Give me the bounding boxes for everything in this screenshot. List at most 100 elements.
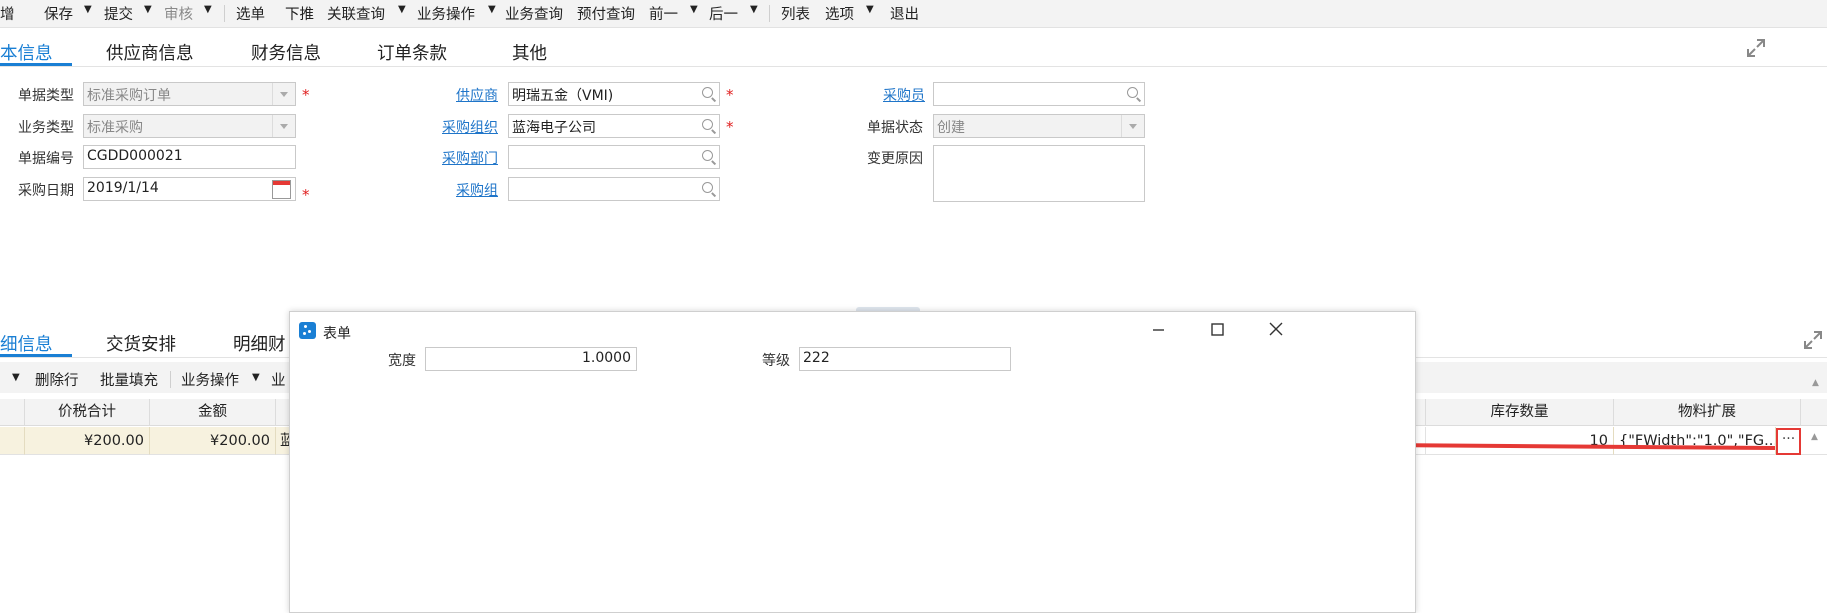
supplier-value: 明瑞五金（VMI) <box>512 88 614 104</box>
grid-header-tax-total[interactable]: 价税合计 <box>25 399 150 426</box>
next-dropdown-arrow-icon[interactable]: ▼ <box>750 4 758 15</box>
biz-type-value: 标准采购 <box>87 120 143 136</box>
purchase-org-input[interactable]: 蓝海电子公司 <box>508 114 720 138</box>
grid-cell-amount[interactable]: ¥200.00 <box>150 427 276 455</box>
tab-detail-finance[interactable]: 明细财 <box>233 331 286 356</box>
required-marker: * <box>302 86 310 104</box>
grid-scroll-up-icon[interactable]: ▲ <box>1811 432 1818 442</box>
grade-value: 222 <box>803 350 830 366</box>
toolbar-new-button[interactable]: 增 <box>0 3 15 24</box>
buyer-input[interactable] <box>933 82 1145 106</box>
minimize-icon[interactable] <box>1143 320 1173 340</box>
toolbar-separator <box>224 5 225 22</box>
tab-detail-info[interactable]: 细信息 <box>0 331 53 356</box>
detail-business-query-button[interactable]: 业 <box>271 369 286 390</box>
grid-header-cell <box>1801 399 1827 426</box>
supplier-link[interactable]: 供应商 <box>456 85 498 105</box>
detail-add-dropdown-arrow-icon[interactable]: ▼ <box>12 372 20 383</box>
prev-dropdown-arrow-icon[interactable]: ▼ <box>690 4 698 15</box>
batch-fill-button[interactable]: 批量填充 <box>100 369 158 390</box>
expand-icon[interactable] <box>1803 330 1823 350</box>
toolbar-separator <box>170 371 171 388</box>
toolbar-audit-button[interactable]: 审核 <box>164 3 193 24</box>
bill-no-label: 单据编号 <box>18 151 74 167</box>
tab-order-terms[interactable]: 订单条款 <box>377 40 447 65</box>
toolbar-push-down-button[interactable]: 下推 <box>285 3 314 24</box>
expand-icon[interactable] <box>1746 38 1766 58</box>
grid-header-material-ext[interactable]: 物料扩展 <box>1614 399 1801 426</box>
search-icon[interactable] <box>702 182 713 193</box>
close-icon[interactable] <box>1261 320 1291 340</box>
grade-label: 等级 <box>762 353 790 369</box>
form-dialog[interactable]: 表单 宽度 1.0000 等级 222 <box>289 311 1416 613</box>
change-reason-textarea[interactable] <box>933 145 1145 202</box>
purchase-date-label: 采购日期 <box>18 183 74 199</box>
chevron-down-icon[interactable] <box>272 115 295 137</box>
bill-type-label: 单据类型 <box>18 88 74 104</box>
supplier-input[interactable]: 明瑞五金（VMI) <box>508 82 720 106</box>
search-icon[interactable] <box>702 119 713 130</box>
maximize-icon[interactable] <box>1202 320 1232 340</box>
toolbar-list-button[interactable]: 列表 <box>781 3 810 24</box>
buyer-link[interactable]: 采购员 <box>883 85 925 105</box>
purchase-group-input[interactable] <box>508 177 720 201</box>
grid-cell <box>0 427 25 455</box>
search-icon[interactable] <box>702 87 713 98</box>
toolbar-submit-button[interactable]: 提交 <box>104 3 133 24</box>
related-query-dropdown-arrow-icon[interactable]: ▼ <box>398 4 406 15</box>
toolbar-related-query-button[interactable]: 关联查询 <box>327 3 385 24</box>
width-value: 1.0000 <box>582 350 631 366</box>
grade-input[interactable]: 222 <box>799 347 1011 371</box>
purchase-date-input[interactable]: 2019/1/14 <box>83 177 296 201</box>
bill-type-value: 标准采购订单 <box>87 88 171 104</box>
tab-delivery-schedule[interactable]: 交货安排 <box>106 331 176 356</box>
purchase-dept-link[interactable]: 采购部门 <box>442 148 498 168</box>
chevron-down-icon[interactable] <box>1121 115 1144 137</box>
detail-business-ops-dropdown-arrow-icon[interactable]: ▼ <box>252 372 260 383</box>
toolbar-save-button[interactable]: 保存 <box>44 3 73 24</box>
dialog-title: 表单 <box>323 326 351 342</box>
bill-status-select[interactable]: 创建 <box>933 114 1145 138</box>
calendar-icon[interactable] <box>272 180 291 199</box>
business-ops-dropdown-arrow-icon[interactable]: ▼ <box>488 4 496 15</box>
chevron-down-icon[interactable] <box>272 83 295 105</box>
grid-header-amount[interactable]: 金额 <box>150 399 276 426</box>
delete-row-button[interactable]: 删除行 <box>35 369 79 390</box>
tab-finance-info[interactable]: 财务信息 <box>251 40 321 65</box>
grid-cell-tax-total[interactable]: ¥200.00 <box>25 427 150 455</box>
tab-supplier-info[interactable]: 供应商信息 <box>106 40 194 65</box>
submit-dropdown-arrow-icon[interactable]: ▼ <box>144 4 152 15</box>
toolbar-options-button[interactable]: 选项 <box>825 3 854 24</box>
purchase-dept-input[interactable] <box>508 145 720 169</box>
save-dropdown-arrow-icon[interactable]: ▼ <box>84 4 92 15</box>
bill-no-input[interactable]: CGDD000021 <box>83 145 296 169</box>
biz-type-select[interactable]: 标准采购 <box>83 114 296 138</box>
toolbar-next-button[interactable]: 后一 <box>709 3 738 24</box>
width-input[interactable]: 1.0000 <box>425 347 637 371</box>
grid-header-stock-qty[interactable]: 库存数量 <box>1426 399 1614 426</box>
biz-type-label: 业务类型 <box>18 120 74 136</box>
search-icon[interactable] <box>702 150 713 161</box>
options-dropdown-arrow-icon[interactable]: ▼ <box>866 4 874 15</box>
toolbar-business-ops-button[interactable]: 业务操作 <box>417 3 475 24</box>
required-marker: * <box>302 186 310 204</box>
purchase-date-value: 2019/1/14 <box>87 180 159 196</box>
required-marker: * <box>726 118 734 136</box>
main-toolbar: 增 保存 ▼ 提交 ▼ 审核 ▼ 选单 下推 关联查询 ▼ 业务操作 ▼ 业务查… <box>0 0 1827 28</box>
toolbar-select-bill-button[interactable]: 选单 <box>236 3 265 24</box>
audit-dropdown-arrow-icon[interactable]: ▼ <box>204 4 212 15</box>
toolbar-prev-button[interactable]: 前一 <box>649 3 678 24</box>
tab-other[interactable]: 其他 <box>512 40 547 65</box>
toolbar-scroll-icon[interactable]: ▲ <box>1812 378 1819 388</box>
toolbar-prepay-query-button[interactable]: 预付查询 <box>577 3 635 24</box>
toolbar-business-query-button[interactable]: 业务查询 <box>505 3 563 24</box>
detail-business-ops-button[interactable]: 业务操作 <box>181 369 239 390</box>
purchase-group-link[interactable]: 采购组 <box>456 180 498 200</box>
search-icon[interactable] <box>1127 87 1138 98</box>
bill-status-value: 创建 <box>937 120 965 136</box>
toolbar-exit-button[interactable]: 退出 <box>890 3 919 24</box>
purchase-org-link[interactable]: 采购组织 <box>442 117 498 137</box>
required-marker: * <box>726 86 734 104</box>
tab-basic-info[interactable]: 本信息 <box>0 40 53 65</box>
bill-type-select[interactable]: 标准采购订单 <box>83 82 296 106</box>
